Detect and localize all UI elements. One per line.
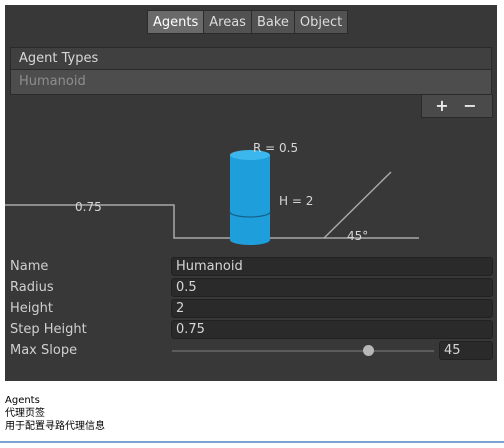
max-slope-field[interactable]: 45 (439, 341, 493, 360)
ground-profile-line (5, 171, 392, 239)
radius-field[interactable]: 0.5 (171, 278, 493, 297)
name-label: Name (10, 259, 49, 274)
name-row: Name Humanoid (5, 256, 497, 277)
height-field[interactable]: 2 (171, 299, 493, 318)
radius-label: R = 0.5 (253, 141, 299, 155)
slope-angle-label: 45° (347, 229, 369, 243)
step-height-field[interactable]: 0.75 (171, 320, 493, 339)
radius-label-text: Radius (10, 280, 54, 295)
step-height-row: Step Height 0.75 (5, 319, 497, 340)
list-add-remove-controls: + − (421, 95, 493, 118)
step-height-label-text: Step Height (10, 322, 87, 337)
agent-type-item-humanoid[interactable]: Humanoid (10, 70, 492, 95)
height-label: H = 2 (279, 194, 314, 208)
tab-agents[interactable]: Agents (147, 10, 205, 34)
navigation-panel: Agents Areas Bake Object Agent Types Hum… (5, 5, 497, 381)
agent-types-header: Agent Types (10, 47, 492, 70)
max-slope-label: Max Slope (10, 343, 78, 358)
caption-title: Agents (5, 395, 40, 406)
radius-row: Radius 0.5 (5, 277, 497, 298)
tab-areas[interactable]: Areas (203, 10, 252, 34)
tab-bake[interactable]: Bake (250, 10, 295, 34)
height-row: Height 2 (5, 298, 497, 319)
max-slope-slider-handle[interactable] (363, 345, 374, 356)
max-slope-slider-track[interactable] (172, 350, 434, 352)
name-field[interactable]: Humanoid (171, 257, 493, 276)
add-agent-button[interactable]: + (428, 95, 456, 117)
height-label-text: Height (10, 301, 53, 316)
agent-diagram-graphic (5, 150, 419, 245)
remove-agent-button[interactable]: − (456, 95, 484, 117)
agent-cylinder-icon (229, 150, 271, 245)
agent-diagram: R = 0.5 H = 2 0.75 45° (5, 120, 497, 245)
tab-bar: Agents Areas Bake Object (147, 10, 349, 34)
bottom-divider (0, 441, 504, 443)
tab-object[interactable]: Object (293, 10, 349, 34)
caption-subtitle: 代理页签 (5, 408, 45, 419)
step-height-label: 0.75 (75, 200, 102, 214)
max-slope-row: Max Slope 45 (5, 340, 497, 361)
caption-description: 用于配置寻路代理信息 (5, 421, 105, 432)
caption: Agents 代理页签 用于配置寻路代理信息 (5, 394, 105, 433)
